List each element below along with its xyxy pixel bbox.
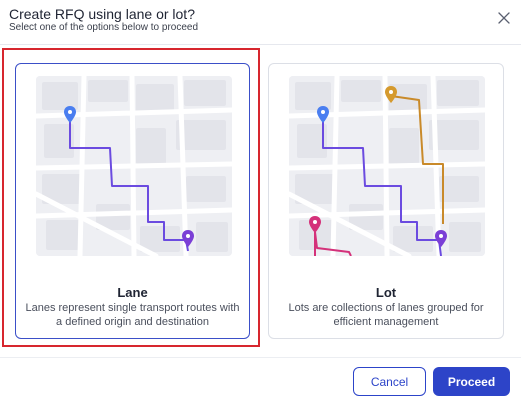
- header-divider: [0, 44, 521, 45]
- option-description: Lanes represent single transport routes …: [25, 302, 240, 328]
- option-card-lot[interactable]: Lot Lots are collections of lanes groupe…: [268, 63, 504, 339]
- option-title: Lane: [117, 285, 148, 300]
- cancel-button[interactable]: Cancel: [353, 367, 426, 396]
- lane-map-illustration: [36, 76, 232, 256]
- lot-map-illustration: [289, 76, 485, 256]
- proceed-button[interactable]: Proceed: [433, 367, 510, 396]
- option-title: Lot: [375, 285, 397, 300]
- option-card-lane[interactable]: Lane Lanes represent single transport ro…: [15, 63, 250, 339]
- footer-divider: [0, 357, 521, 358]
- close-icon[interactable]: [496, 10, 512, 26]
- dialog-subtitle: Select one of the options below to proce…: [9, 22, 199, 33]
- option-description: Lots are collections of lanes grouped fo…: [288, 302, 484, 328]
- dialog-title: Create RFQ using lane or lot?: [9, 6, 195, 22]
